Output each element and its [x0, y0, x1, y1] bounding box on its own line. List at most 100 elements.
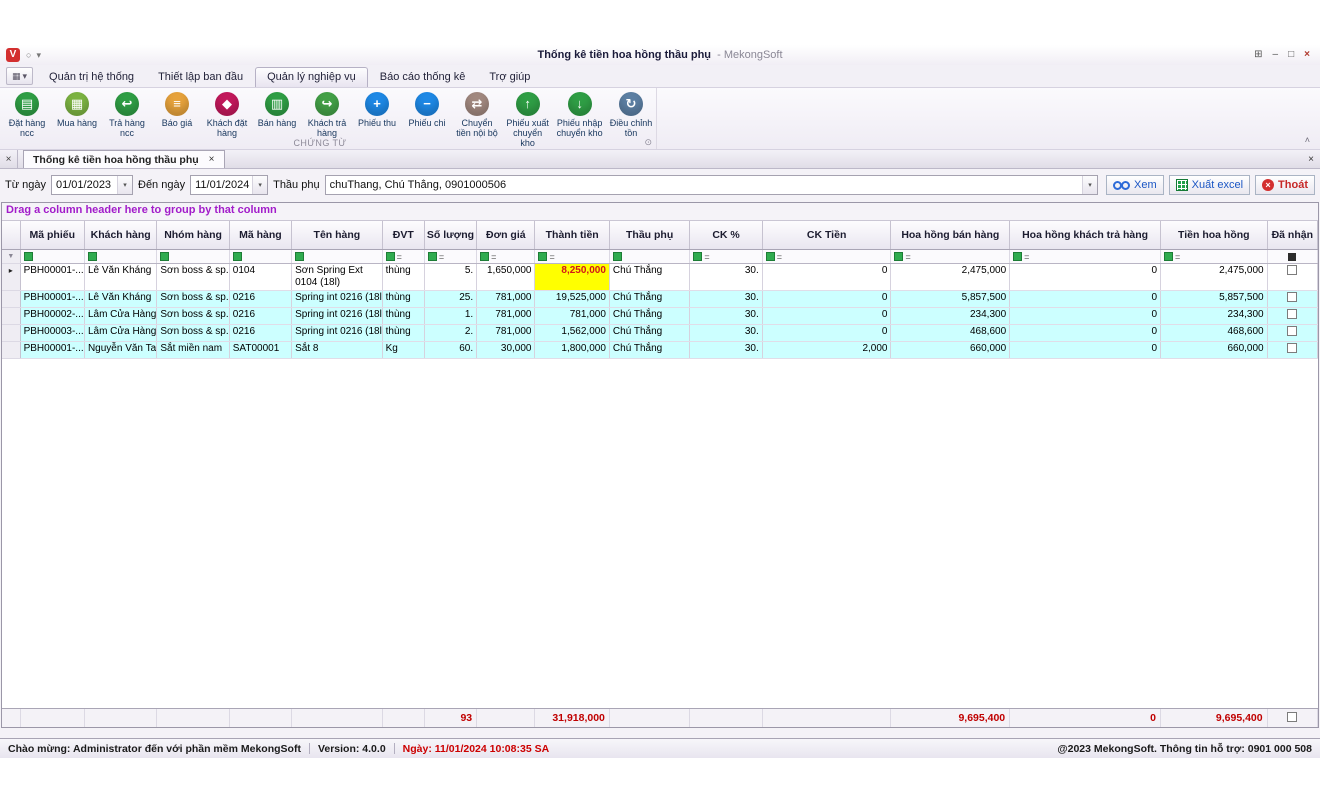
cell-tien_hh: 234,300 — [1161, 308, 1268, 325]
cell-nhom_hang: Sơn boss & sp... — [157, 291, 229, 308]
filter-cell-hh_ban_hang[interactable]: = — [891, 250, 1010, 264]
view-button[interactable]: Xem — [1106, 175, 1164, 195]
toolbar-button-khach-dat-hang[interactable]: ◆Khách đặt hàng — [202, 91, 252, 139]
column-header-tien_hh[interactable]: Tiền hoa hồng — [1161, 221, 1268, 250]
column-header-da_nhan[interactable]: Đã nhận — [1267, 221, 1317, 250]
received-checkbox[interactable] — [1287, 326, 1297, 336]
export-excel-button[interactable]: Xuất excel — [1169, 175, 1250, 195]
close-icon[interactable]: × — [1304, 49, 1310, 61]
column-header-thau_phu[interactable]: Thầu phụ — [609, 221, 689, 250]
stock-adjust-icon: ↻ — [619, 92, 643, 116]
cell-nhom_hang: Sơn boss & sp... — [157, 325, 229, 342]
column-header-hh_khach_tra[interactable]: Hoa hồng khách trả hàng — [1010, 221, 1161, 250]
restore-icon[interactable]: □ — [1288, 49, 1294, 61]
summary-cell-ten_hang — [292, 709, 383, 727]
table-row[interactable]: PBH00003-...Lâm Cửa HàngSơn boss & sp...… — [2, 325, 1318, 342]
menu-tab-bao-cao-thong-ke[interactable]: Báo cáo thống kê — [368, 67, 478, 87]
payment-minus-icon: − — [415, 92, 439, 116]
table-row[interactable]: PBH00002-...Lâm Cửa HàngSơn boss & sp...… — [2, 308, 1318, 325]
column-header-hh_ban_hang[interactable]: Hoa hồng bán hàng — [891, 221, 1010, 250]
chevron-down-icon[interactable]: ▾ — [36, 50, 41, 61]
filter-cell-ma_phieu[interactable] — [20, 250, 84, 264]
toolbar-button-dat-hang-ncc[interactable]: ▤Đặt hàng ncc — [2, 91, 52, 139]
from-date-input[interactable]: 01/01/2023 ▾ — [51, 175, 133, 195]
chevron-down-icon[interactable]: ▾ — [1082, 176, 1097, 194]
toolbar-button-phieu-thu[interactable]: +Phiếu thu — [352, 91, 402, 129]
ribbon-collapse-icon[interactable]: ˄ — [1305, 135, 1310, 145]
filter-icon — [538, 252, 547, 261]
filter-cell-thau_phu[interactable] — [609, 250, 689, 264]
document-tab-active[interactable]: Thống kê tiền hoa hồng thầu phụ × — [23, 150, 225, 168]
toolbar-button-chuyen-tien-noi-bo[interactable]: ⇄Chuyển tiền nội bộ — [452, 91, 502, 139]
menu-tab-tro-giup[interactable]: Trợ giúp — [477, 67, 542, 87]
filter-cell-ck_tien[interactable]: = — [762, 250, 891, 264]
column-header-khach_hang[interactable]: Khách hàng — [84, 221, 156, 250]
toolbar-button-phieu-nhap-chuyen-kho[interactable]: ↓Phiếu nhập chuyển kho — [553, 91, 606, 139]
table-row[interactable]: PBH00001-...Nguyễn Văn TamSắt miền namSA… — [2, 342, 1318, 359]
column-header-nhom_hang[interactable]: Nhóm hàng — [157, 221, 229, 250]
toolbar-button-mua-hang[interactable]: ▦Mua hàng — [52, 91, 102, 129]
toolbar-button-phieu-chi[interactable]: −Phiếu chi — [402, 91, 452, 129]
grid-menu-icon: ▦ — [12, 71, 21, 82]
column-header-ck_pct[interactable]: CK % — [690, 221, 762, 250]
received-checkbox[interactable] — [1287, 265, 1297, 275]
filter-cell-don_gia[interactable]: = — [477, 250, 535, 264]
menu-tab-quan-tri-he-thong[interactable]: Quản trị hệ thống — [37, 67, 146, 87]
minimize-icon[interactable]: – — [1273, 49, 1279, 61]
to-date-input[interactable]: 11/01/2024 ▾ — [190, 175, 268, 195]
toolbar-button-dieu-chinh-ton[interactable]: ↻Điều chỉnh tồn — [606, 91, 656, 139]
application-menu-button[interactable]: ▦ ▾ — [6, 67, 33, 85]
column-header-ten_hang[interactable]: Tên hàng — [292, 221, 383, 250]
received-checkbox[interactable] — [1287, 343, 1297, 353]
filter-cell-khach_hang[interactable] — [84, 250, 156, 264]
summary-cell-thanh_tien: 31,918,000 — [535, 709, 609, 727]
filter-cell-hh_khach_tra[interactable]: = — [1010, 250, 1161, 264]
column-header-dvt[interactable]: ĐVT — [382, 221, 424, 250]
summary-checkbox[interactable] — [1287, 712, 1297, 722]
contractor-combobox[interactable]: chuThang, Chú Thắng, 0901000506 ▾ — [325, 175, 1098, 195]
filter-cell-thanh_tien[interactable]: = — [535, 250, 609, 264]
filter-cell-dvt[interactable]: = — [382, 250, 424, 264]
group-launcher-icon[interactable]: ⊙ — [644, 137, 652, 148]
tabstrip-close-left-icon[interactable]: × — [0, 150, 18, 168]
cell-hh_khach_tra: 0 — [1010, 342, 1161, 359]
toolbar-button-bao-gia[interactable]: ≡Báo giá — [152, 91, 202, 129]
column-header-ma_phieu[interactable]: Mã phiếu — [20, 221, 84, 250]
filter-cell-tien_hh[interactable]: = — [1161, 250, 1268, 264]
select-all-checkbox-icon[interactable] — [1288, 253, 1296, 261]
toolbar-button-khach-tra-hang[interactable]: ↪Khách trả hàng — [302, 91, 352, 139]
filter-cell-da_nhan[interactable] — [1267, 250, 1317, 264]
tab-close-icon[interactable]: × — [209, 154, 215, 165]
menu-tab-thiet-lap-ban-dau[interactable]: Thiết lập ban đầu — [146, 67, 255, 87]
filter-icon — [1013, 252, 1022, 261]
column-header-ma_hang[interactable]: Mã hàng — [229, 221, 291, 250]
chevron-down-icon[interactable]: ▾ — [252, 176, 267, 194]
filter-cell-ten_hang[interactable] — [292, 250, 383, 264]
toolbar-button-tra-hang-ncc[interactable]: ↩Trả hàng ncc — [102, 91, 152, 139]
record-icon[interactable]: ○ — [26, 50, 31, 60]
exit-button[interactable]: × Thoát — [1255, 175, 1315, 195]
toolbar-button-ban-hang[interactable]: ▥Bán hàng — [252, 91, 302, 129]
column-header-ck_tien[interactable]: CK Tiền — [762, 221, 891, 250]
filter-cell-so_luong[interactable]: = — [424, 250, 476, 264]
cell-tien_hh: 2,475,000 — [1161, 264, 1268, 291]
fit-window-icon[interactable]: ⊞ — [1254, 49, 1262, 61]
column-header-so_luong[interactable]: Số lượng — [424, 221, 476, 250]
received-checkbox[interactable] — [1287, 309, 1297, 319]
chevron-down-icon[interactable]: ▾ — [117, 176, 132, 194]
filter-cell-ma_hang[interactable] — [229, 250, 291, 264]
column-header-thanh_tien[interactable]: Thành tiền — [535, 221, 609, 250]
summary-cell-ck_tien — [762, 709, 891, 727]
received-checkbox[interactable] — [1287, 292, 1297, 302]
table-row[interactable]: PBH00001-...Lê Văn KhángSơn boss & sp...… — [2, 291, 1318, 308]
column-header-don_gia[interactable]: Đơn giá — [477, 221, 535, 250]
filter-cell-ind[interactable]: ▼ — [2, 250, 20, 264]
filter-cell-ck_pct[interactable]: = — [690, 250, 762, 264]
from-date-label: Từ ngày — [5, 179, 46, 191]
summary-cell-ck_pct — [690, 709, 762, 727]
app-logo[interactable]: V — [6, 48, 20, 62]
filter-cell-nhom_hang[interactable] — [157, 250, 229, 264]
tabstrip-close-right-icon[interactable]: × — [1308, 150, 1314, 168]
table-row[interactable]: ▸PBH00001-...Lê Văn KhángSơn boss & sp..… — [2, 264, 1318, 291]
menu-tab-quan-ly-nghiep-vu[interactable]: Quản lý nghiệp vụ — [255, 67, 368, 87]
